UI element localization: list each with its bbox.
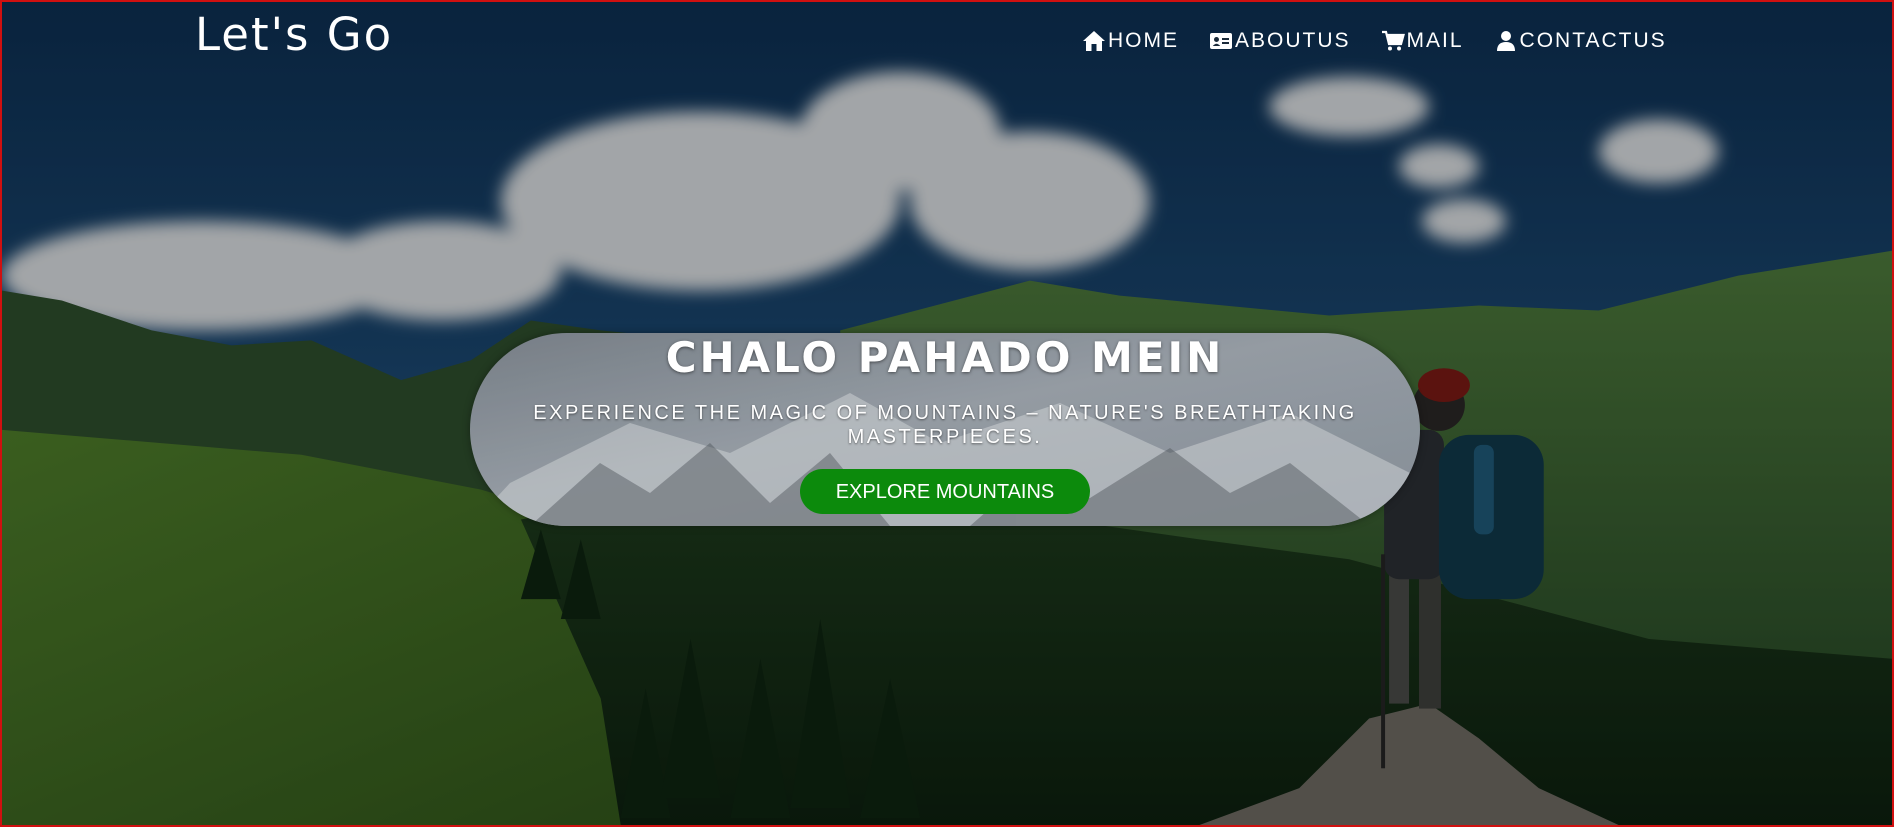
- nav-contactus[interactable]: CONTACTUS: [1494, 29, 1667, 53]
- page: Let's Go HOME ABOUTUS MAIL CONTACTUS CHA…: [0, 0, 1894, 827]
- nav-home-label: HOME: [1108, 29, 1179, 52]
- hero-card: CHALO PAHADO MEIN EXPERIENCE THE MAGIC O…: [470, 333, 1420, 526]
- explore-mountains-button[interactable]: EXPLORE MOUNTAINS: [800, 469, 1090, 514]
- site-logo[interactable]: Let's Go: [195, 8, 393, 61]
- nav-aboutus-label: ABOUTUS: [1235, 29, 1351, 52]
- nav-aboutus[interactable]: ABOUTUS: [1209, 29, 1351, 53]
- hero-content: CHALO PAHADO MEIN EXPERIENCE THE MAGIC O…: [470, 333, 1420, 514]
- nav-mail-label: MAIL: [1406, 29, 1464, 52]
- id-card-icon: [1210, 33, 1232, 49]
- nav-home[interactable]: HOME: [1082, 29, 1179, 53]
- hero-title: CHALO PAHADO MEIN: [665, 333, 1225, 382]
- main-nav: HOME ABOUTUS MAIL CONTACTUS: [1082, 29, 1667, 53]
- user-icon: [1496, 31, 1515, 51]
- cart-icon: [1381, 30, 1405, 51]
- nav-mail[interactable]: MAIL: [1381, 29, 1464, 53]
- nav-contactus-label: CONTACTUS: [1519, 29, 1667, 52]
- hero-subtitle: EXPERIENCE THE MAGIC OF MOUNTAINS – NATU…: [533, 402, 1357, 448]
- home-icon: [1083, 31, 1105, 51]
